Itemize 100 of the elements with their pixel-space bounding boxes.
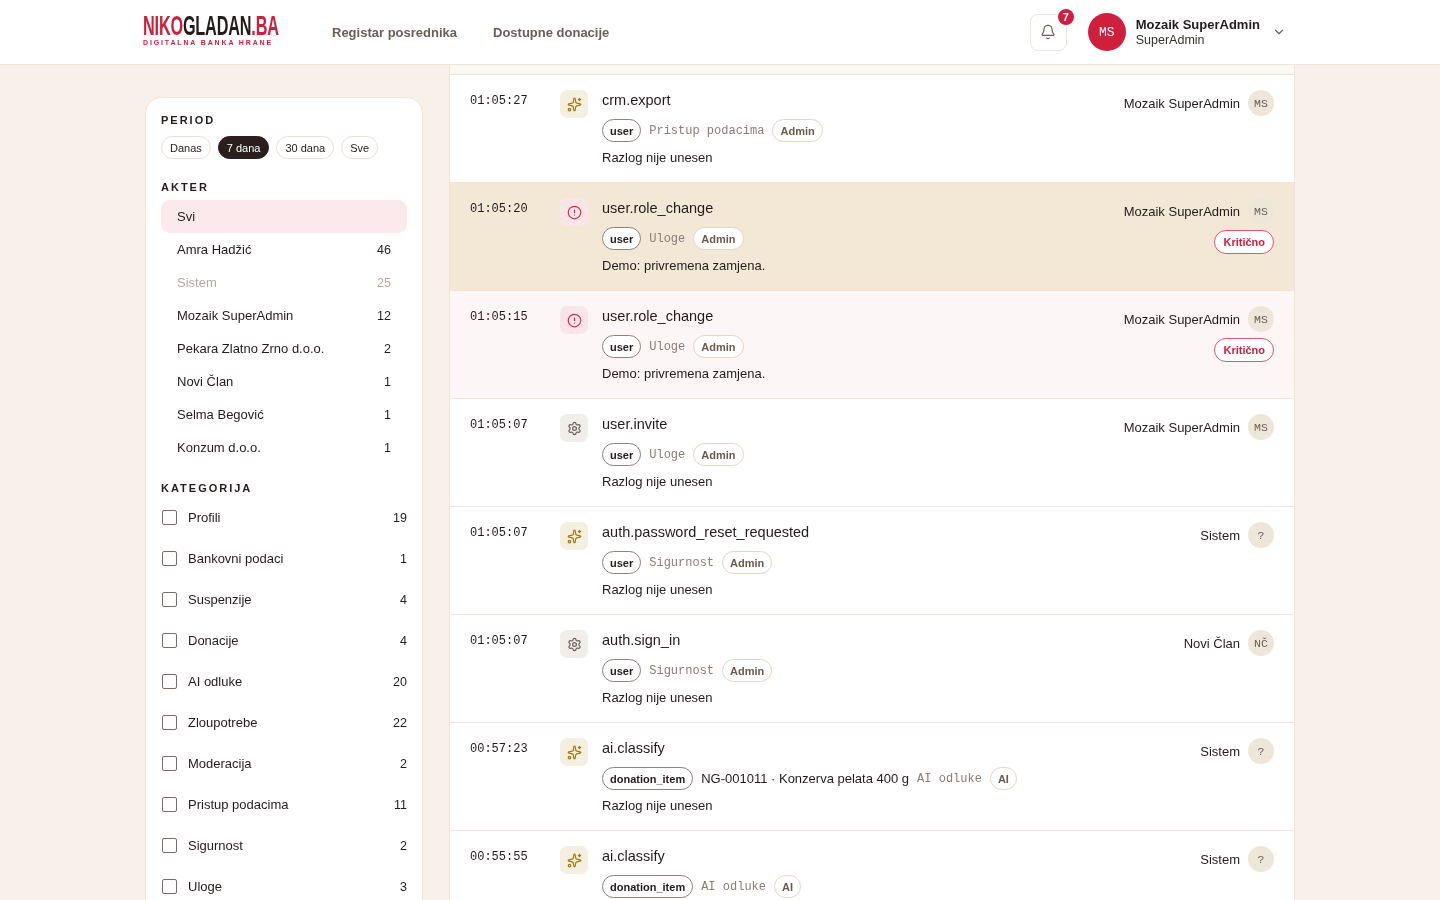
actor-count: 2: [384, 341, 391, 356]
category-count: 3: [400, 879, 407, 894]
category-label: Sigurnost: [649, 663, 715, 678]
period-chip[interactable]: 30 dana: [276, 136, 335, 159]
actor-avatar: MS: [1248, 414, 1274, 440]
category-label: Uloge: [649, 447, 686, 462]
timestamp: 01:05:15: [470, 309, 529, 326]
log-entry[interactable]: 01:05:20 user.role_change user Uloge Admin Demo: privremena zamjena. Mozaik SuperAdmin MS Kritično: [450, 182, 1294, 290]
role-tag: Admin: [693, 227, 744, 250]
checkbox[interactable]: [162, 879, 177, 894]
checkbox[interactable]: [162, 715, 177, 730]
notifications-button[interactable]: [1029, 13, 1067, 51]
category-label: Sigurnost: [649, 555, 715, 570]
actor-count: 46: [377, 242, 391, 257]
log-entry[interactable]: 01:05:07 auth.password_reset_requested user Sigurnost Admin Razlog nije unesen Sistem ?: [450, 506, 1294, 614]
actor-avatar: ?: [1248, 846, 1274, 872]
category-label: AI odluke: [701, 879, 766, 894]
checkbox[interactable]: [162, 551, 177, 566]
role-tag: Admin: [722, 659, 773, 682]
log-entry[interactable]: 01:05:27 crm.export user Pristup podacima Admin Razlog nije unesen Mozaik SuperAdmin MS: [450, 74, 1294, 182]
actor-count: 1: [384, 374, 391, 389]
actor-avatar: MS: [1248, 306, 1274, 332]
reason-text: Razlog nije unesen: [602, 689, 713, 707]
actor-avatar: ?: [1248, 738, 1274, 764]
category-label: AI odluke: [917, 771, 982, 786]
event-name: auth.password_reset_requested: [602, 523, 810, 542]
timestamp: 00:57:23: [470, 741, 529, 758]
actor-name: Mozaik SuperAdmin: [1123, 419, 1240, 435]
log-entry[interactable]: 01:05:07 user.invite user Uloge Admin Razlog nije unesen Mozaik SuperAdmin MS: [450, 398, 1294, 506]
user-role: SuperAdmin: [1135, 32, 1206, 48]
checkbox[interactable]: [162, 633, 177, 648]
period-chip[interactable]: Danas: [161, 136, 211, 159]
actor-filter-item[interactable]: Novi Član 1: [161, 365, 407, 398]
category-label: Profili: [188, 510, 221, 525]
log-entry[interactable]: 00:57:23 ai.classify donation_item NG-001011 · Konzerva pelata 400 g AI odluke AI Razlog nije unesen Sistem ?: [450, 722, 1294, 830]
nav-link[interactable]: Registar posrednika: [332, 24, 457, 40]
entity-tag: user: [602, 659, 642, 682]
gear-icon: [560, 414, 588, 442]
sparkles-icon: [560, 90, 588, 118]
actor-avatar: NČ: [1248, 630, 1274, 656]
user-name: Mozaik SuperAdmin: [1135, 16, 1260, 33]
category-label: Moderacija: [188, 756, 252, 771]
entity-tag: user: [602, 227, 642, 250]
actor-filter-item[interactable]: Konzum d.o.o. 1: [161, 431, 407, 464]
entity-tag: user: [602, 443, 642, 466]
category-label: Uloge: [188, 879, 222, 894]
period-chip[interactable]: 7 dana: [217, 136, 270, 159]
period-chip[interactable]: Sve: [341, 136, 379, 159]
actor-filter-item[interactable]: Amra Hadžić 46: [161, 233, 407, 266]
event-name: ai.classify: [602, 847, 665, 866]
role-tag: AI: [774, 875, 801, 898]
actor-filter-item[interactable]: Selma Begović 1: [161, 398, 407, 431]
actor-avatar: MS: [1248, 198, 1274, 224]
actor-name: Novi Član: [1183, 635, 1240, 651]
section-heading: PERIOD: [161, 113, 217, 127]
category-count: 4: [400, 592, 407, 607]
log-entry[interactable]: 00:55:55 ai.classify donation_item AI odluke AI Sistem ?: [450, 830, 1294, 900]
section-heading: KATEGORIJA: [161, 481, 254, 495]
critical-badge: Kritično: [1214, 338, 1274, 362]
entity-tag: donation_item: [602, 875, 694, 898]
checkbox[interactable]: [162, 592, 177, 607]
timestamp: 01:05:07: [470, 417, 529, 434]
checkbox[interactable]: [162, 510, 177, 525]
category-label: Bankovni podaci: [188, 551, 284, 566]
sparkles-icon: [560, 738, 588, 766]
actor-filter-item[interactable]: Pekara Zlatno Zrno d.o.o. 2: [161, 332, 407, 365]
category-label: AI odluke: [188, 674, 243, 689]
actor-name: Sistem: [1200, 851, 1240, 867]
nav-link[interactable]: Dostupne donacije: [493, 24, 610, 40]
actor-count: 25: [377, 275, 391, 290]
sparkles-icon: [560, 846, 588, 874]
role-tag: Admin: [722, 551, 773, 574]
checkbox[interactable]: [162, 674, 177, 689]
reason-text: Razlog nije unesen: [602, 581, 713, 599]
category-count: 11: [394, 797, 407, 812]
timestamp: 01:05:07: [470, 525, 529, 542]
alert-icon: [560, 306, 588, 334]
category-label: Donacije: [188, 633, 239, 648]
event-name: auth.sign_in: [602, 631, 681, 650]
actor-filter-item[interactable]: Svi: [161, 200, 407, 233]
checkbox[interactable]: [162, 797, 177, 812]
timestamp: 00:55:55: [470, 849, 529, 866]
checkbox[interactable]: [162, 756, 177, 771]
user-avatar: MS: [1087, 13, 1126, 51]
actor-name: Mozaik SuperAdmin: [1123, 95, 1240, 111]
category-count: 22: [393, 715, 407, 730]
checkbox[interactable]: [162, 838, 177, 853]
alert-icon: [560, 198, 588, 226]
category-label: Uloge: [649, 339, 686, 354]
role-tag: AI: [989, 767, 1017, 790]
event-name: user.invite: [602, 415, 668, 434]
actor-filter-item[interactable]: Mozaik SuperAdmin 12: [161, 299, 407, 332]
role-tag: Admin: [693, 443, 744, 466]
category-count: 4: [400, 633, 407, 648]
role-tag: Admin: [693, 335, 744, 358]
log-entry[interactable]: 01:05:07 auth.sign_in user Sigurnost Admin Razlog nije unesen Novi Član NČ: [450, 614, 1294, 722]
actor-name: Sistem: [1200, 743, 1240, 759]
reason-text: Demo: privremena zamjena.: [602, 365, 766, 383]
sparkles-icon: [560, 522, 588, 550]
actor-count: 12: [377, 308, 391, 323]
